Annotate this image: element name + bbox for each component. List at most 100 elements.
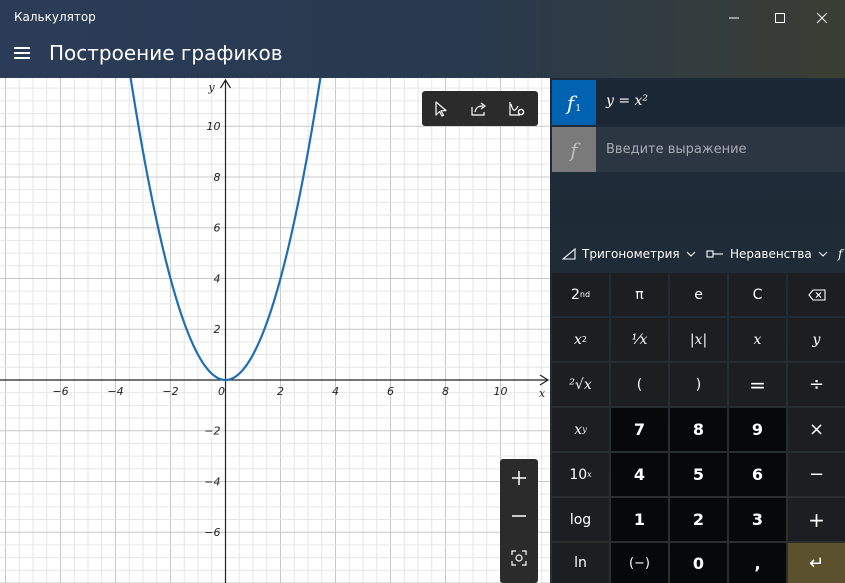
cursor-icon: [435, 100, 447, 117]
minus-button[interactable]: −: [788, 453, 845, 496]
key-label: x: [574, 331, 582, 348]
close-button[interactable]: [799, 0, 845, 36]
key-label: ¹⁄x: [631, 331, 648, 348]
menu-button[interactable]: [14, 47, 30, 59]
functions-dropdown[interactable]: f: [838, 247, 842, 261]
graph-plot[interactable]: −6 −4 −2 0 2 4 6 8 10 10 8 6 4 2 −2 −4 −6 x y: [0, 78, 550, 583]
ln-button[interactable]: ln: [552, 543, 609, 583]
fit-view-icon: [511, 550, 527, 566]
pi-button[interactable]: π: [611, 273, 668, 316]
hamburger-icon-line: [14, 52, 30, 54]
digit-8-button[interactable]: 8: [670, 408, 727, 451]
plus-icon: [512, 471, 526, 485]
trace-button[interactable]: [422, 91, 460, 126]
key-label: 4: [633, 465, 646, 484]
digit-1-button[interactable]: 1: [611, 498, 668, 541]
x-tick-label: −6: [52, 385, 68, 398]
expression-text[interactable]: y = x²: [606, 93, 648, 109]
open-paren-button[interactable]: (: [611, 363, 668, 406]
maximize-button[interactable]: [757, 0, 803, 36]
digit-6-button[interactable]: 6: [729, 453, 786, 496]
key-label: x: [753, 331, 762, 348]
expression-input[interactable]: Введите выражение: [606, 142, 747, 157]
graph-settings-icon: [509, 101, 525, 116]
x-tick-label: 4: [332, 385, 339, 398]
page-title: Построение графиков: [49, 41, 283, 65]
close-paren-button[interactable]: ): [670, 363, 727, 406]
abs-button[interactable]: |x|: [670, 318, 727, 361]
decimal-button[interactable]: ,: [729, 543, 786, 583]
reset-view-button[interactable]: [500, 539, 538, 577]
chevron-down-icon: [686, 251, 696, 257]
log-button[interactable]: log: [552, 498, 609, 541]
key-label: 10: [569, 466, 588, 483]
power-button[interactable]: xy: [552, 408, 609, 451]
key-label: π: [635, 286, 644, 303]
graph-canvas[interactable]: −6 −4 −2 0 2 4 6 8 10 10 8 6 4 2 −2 −4 −6 x y: [0, 78, 550, 583]
digit-4-button[interactable]: 4: [611, 453, 668, 496]
key-label: =: [749, 372, 766, 397]
expression-row-1[interactable]: f1 y = x²: [552, 80, 845, 125]
negate-button[interactable]: (−): [611, 543, 668, 583]
x-tick-label: 2: [277, 385, 284, 398]
graph-options-button[interactable]: [498, 91, 536, 126]
expression-row-new[interactable]: f Введите выражение: [552, 127, 845, 172]
maximize-icon: [775, 13, 785, 23]
key-label-sup: x: [587, 470, 592, 479]
key-label: 6: [751, 465, 764, 484]
minimize-icon: [729, 17, 739, 19]
key-label: ÷: [808, 374, 825, 395]
clear-button[interactable]: C: [729, 273, 786, 316]
x-tick-label: 6: [387, 385, 394, 398]
digit-5-button[interactable]: 5: [670, 453, 727, 496]
divide-button[interactable]: ÷: [788, 363, 845, 406]
key-label: (: [636, 376, 643, 393]
minus-icon: [512, 515, 526, 517]
x-tick-label: −4: [107, 385, 123, 398]
square-button[interactable]: x2: [552, 318, 609, 361]
triangle-icon: [562, 248, 576, 260]
ten-power-button[interactable]: 10 x: [552, 453, 609, 496]
key-label: ↵: [808, 552, 825, 574]
reciprocal-button[interactable]: ¹⁄x: [611, 318, 668, 361]
digit-7-button[interactable]: 7: [611, 408, 668, 451]
inequalities-dropdown[interactable]: Неравенства: [706, 247, 828, 261]
title-bar: Калькулятор Построение графиков: [0, 0, 845, 78]
key-label: e: [694, 286, 703, 303]
x-tick-label: 8: [442, 385, 449, 398]
variable-x-button[interactable]: x: [729, 318, 786, 361]
y-axis-label: y: [207, 81, 215, 94]
y-tick-label: 8: [214, 171, 221, 184]
zoom-in-button[interactable]: [500, 459, 538, 497]
key-label: ×: [808, 419, 825, 440]
sqrt-button[interactable]: ²√x: [552, 363, 609, 406]
key-label: ,: [754, 553, 761, 573]
key-label-sup: 2: [581, 335, 587, 344]
share-button[interactable]: [460, 91, 498, 126]
enter-button[interactable]: ↵: [788, 543, 845, 583]
trigonometry-dropdown[interactable]: Тригонометрия: [562, 247, 696, 261]
digit-2-button[interactable]: 2: [670, 498, 727, 541]
minimize-button[interactable]: [711, 0, 757, 36]
key-label: ln: [574, 555, 587, 571]
function-badge-letter: f: [570, 137, 578, 162]
zoom-out-button[interactable]: [500, 497, 538, 535]
digit-0-button[interactable]: 0: [670, 543, 727, 583]
multiply-button[interactable]: ×: [788, 408, 845, 451]
digit-3-button[interactable]: 3: [729, 498, 786, 541]
key-label: 8: [692, 420, 705, 439]
function-badge-1[interactable]: f1: [552, 80, 596, 125]
key-label: 2: [692, 510, 705, 529]
second-button[interactable]: 2nd: [552, 273, 609, 316]
equals-button[interactable]: =: [729, 363, 786, 406]
keypad: 2nd π e C x2 ¹⁄x |x| x y ²√x ( ) = ÷ xy …: [552, 273, 845, 583]
key-label: 0: [692, 553, 705, 573]
plus-button[interactable]: +: [788, 498, 845, 541]
e-button[interactable]: e: [670, 273, 727, 316]
variable-y-button[interactable]: y: [788, 318, 845, 361]
hamburger-icon-line: [14, 57, 30, 59]
digit-9-button[interactable]: 9: [729, 408, 786, 451]
key-label: ²√x: [569, 376, 592, 393]
key-label: (−): [628, 555, 651, 571]
backspace-button[interactable]: [788, 273, 845, 316]
